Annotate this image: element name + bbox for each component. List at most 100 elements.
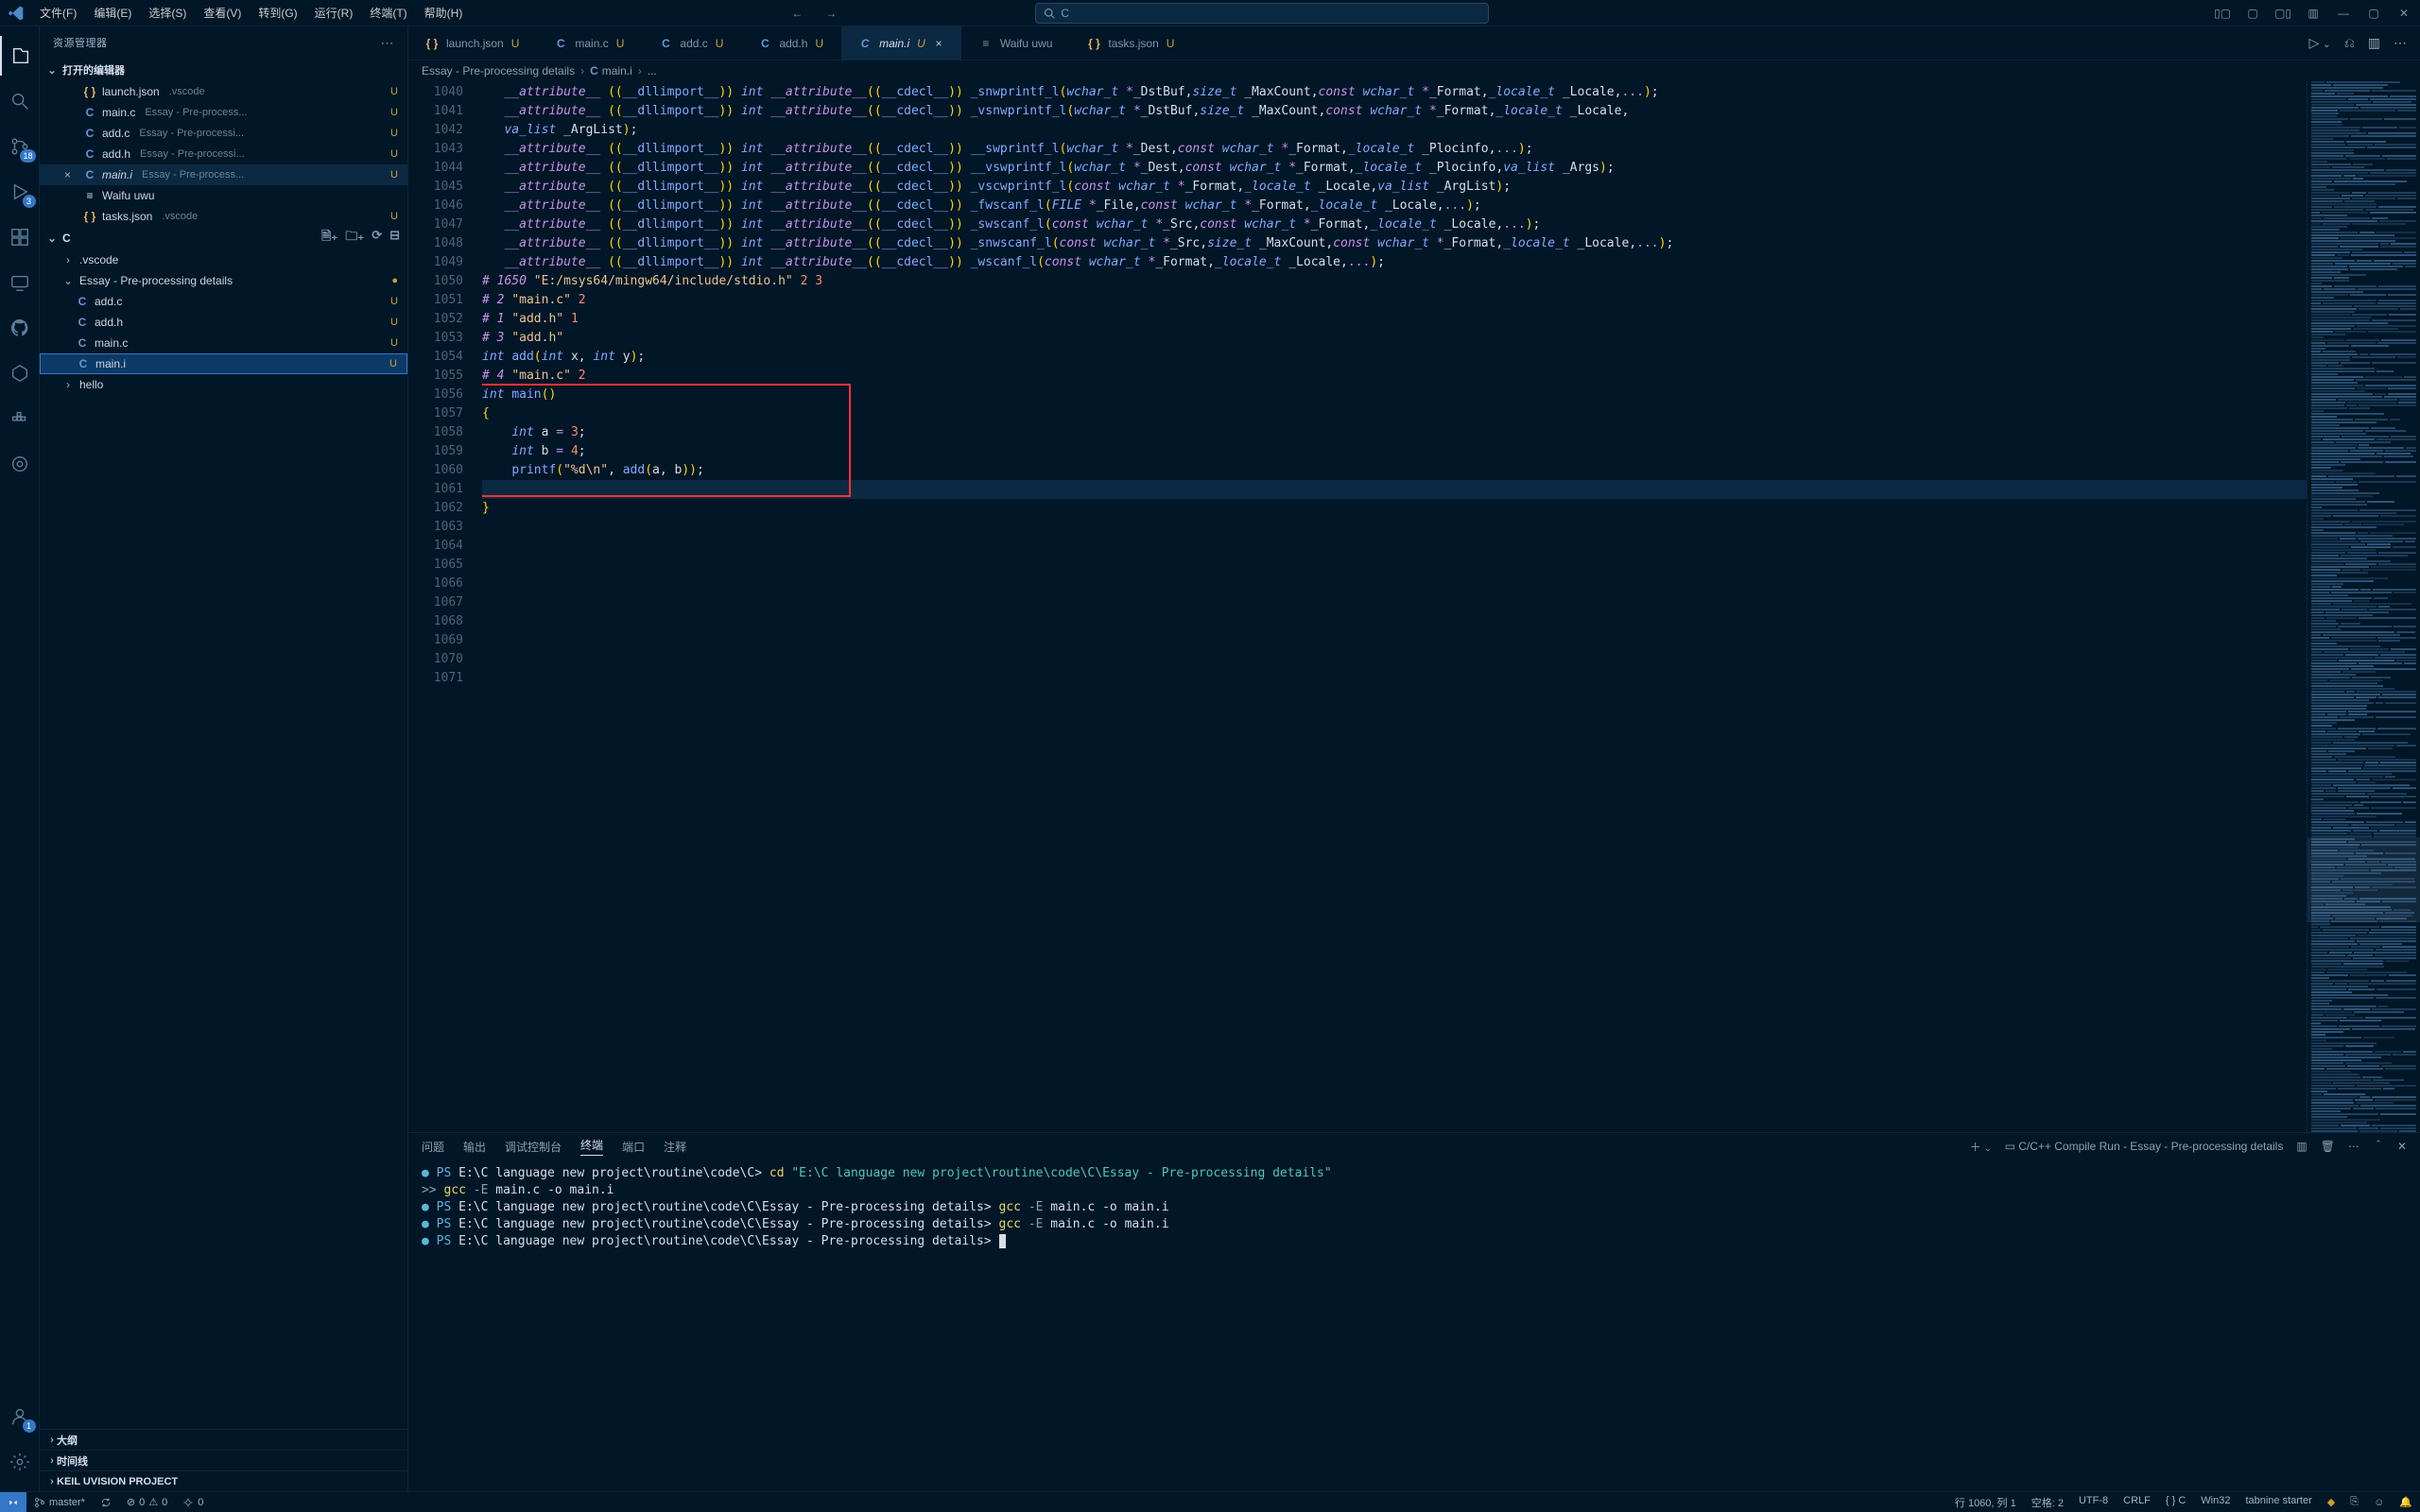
menu-item[interactable]: 运行(R) bbox=[307, 2, 361, 24]
activity-explorer-icon[interactable] bbox=[0, 36, 40, 76]
terminal-new-icon[interactable]: ＋ ⌄ bbox=[1970, 1139, 1992, 1155]
minimize-icon[interactable]: — bbox=[2333, 3, 2354, 24]
status-notifications-icon[interactable]: 🔔 bbox=[2392, 1492, 2420, 1512]
status-problems[interactable]: ⊘ 0 ⚠ 0 bbox=[119, 1492, 175, 1512]
menu-item[interactable]: 查看(V) bbox=[196, 2, 249, 24]
menu-item[interactable]: 文件(F) bbox=[32, 2, 84, 24]
activity-target-icon[interactable] bbox=[0, 444, 40, 484]
status-ports[interactable]: 0 bbox=[175, 1492, 211, 1512]
menu-item[interactable]: 转到(G) bbox=[251, 2, 304, 24]
nav-forward-icon[interactable]: → bbox=[825, 7, 837, 20]
command-center-search[interactable]: C bbox=[1035, 3, 1489, 24]
layout-sidebar-left-icon[interactable]: ▯▢ bbox=[2212, 3, 2233, 24]
activity-account-icon[interactable]: 1 bbox=[0, 1397, 40, 1436]
menu-item[interactable]: 帮助(H) bbox=[417, 2, 471, 24]
status-sync[interactable] bbox=[93, 1492, 119, 1512]
tree-item[interactable]: Cmain.cU bbox=[40, 333, 407, 353]
sidebar-section-header[interactable]: › KEIL UVISION PROJECT bbox=[40, 1470, 407, 1491]
sidebar-section-header[interactable]: › 大纲 bbox=[40, 1429, 407, 1450]
panel-tab[interactable]: 调试控制台 bbox=[505, 1139, 562, 1155]
minimap-viewport[interactable] bbox=[2308, 837, 2420, 922]
close-icon[interactable]: × bbox=[64, 168, 78, 181]
status-prettier-icon[interactable]: ⎘ bbox=[2342, 1492, 2366, 1512]
minimap[interactable] bbox=[2307, 81, 2420, 1132]
editor-tab[interactable]: { }tasks.jsonU bbox=[1070, 26, 1192, 60]
editor-tab[interactable]: ≡Waifu uwu bbox=[962, 26, 1071, 60]
breadcrumb-item[interactable]: Cmain.i bbox=[590, 64, 632, 77]
activity-run-debug-icon[interactable]: 3 bbox=[0, 172, 40, 212]
panel-maximize-icon[interactable]: ＾ bbox=[2373, 1139, 2384, 1155]
compare-changes-icon[interactable]: ⎌ bbox=[2344, 35, 2355, 51]
sidebar-section-header[interactable]: › 时间线 bbox=[40, 1450, 407, 1470]
open-editor-item[interactable]: C add.h Essay - Pre-processi... U bbox=[40, 144, 407, 164]
collapse-all-icon[interactable]: ⊟ bbox=[389, 228, 400, 249]
tree-item[interactable]: ⌄Essay - Pre-processing details● bbox=[40, 270, 407, 291]
activity-source-control-icon[interactable]: 18 bbox=[0, 127, 40, 166]
activity-docker-icon[interactable] bbox=[0, 399, 40, 438]
editor-tab[interactable]: { }launch.jsonU bbox=[408, 26, 537, 60]
editor-tab[interactable]: Cmain.cU bbox=[537, 26, 642, 60]
panel-overflow-icon[interactable]: ⋯ bbox=[2348, 1140, 2360, 1153]
status-item[interactable]: CRLF bbox=[2116, 1495, 2158, 1506]
editor-tab[interactable]: Cadd.hU bbox=[741, 26, 841, 60]
new-folder-icon[interactable]: 🗀₊ bbox=[345, 228, 364, 249]
status-item[interactable]: Win32 bbox=[2193, 1495, 2238, 1506]
activity-settings-icon[interactable] bbox=[0, 1442, 40, 1482]
breadcrumb-item[interactable]: Essay - Pre-processing details bbox=[422, 64, 575, 77]
editor-overflow-icon[interactable]: ⋯ bbox=[2394, 35, 2407, 51]
terminal[interactable]: ● PS E:\C language new project\routine\c… bbox=[408, 1160, 2420, 1491]
editor-content[interactable]: __attribute__ ((__dllimport__)) int __at… bbox=[482, 81, 2307, 1132]
layout-sidebar-right-icon[interactable]: ▢▯ bbox=[2273, 3, 2293, 24]
panel-close-icon[interactable]: ✕ bbox=[2397, 1140, 2407, 1153]
run-file-icon[interactable]: ▷ ⌄ bbox=[2309, 35, 2331, 51]
maximize-icon[interactable]: ▢ bbox=[2363, 3, 2384, 24]
panel-tab[interactable]: 端口 bbox=[622, 1139, 645, 1155]
editor-tab[interactable]: Cadd.cU bbox=[642, 26, 741, 60]
panel-tab[interactable]: 终端 bbox=[580, 1137, 603, 1156]
tree-item[interactable]: Cmain.iU bbox=[40, 353, 407, 374]
open-editor-item[interactable]: × C main.i Essay - Pre-process... U bbox=[40, 164, 407, 185]
tree-item[interactable]: Cadd.cU bbox=[40, 291, 407, 312]
terminal-kill-icon[interactable]: 🗑 bbox=[2321, 1140, 2335, 1153]
breadcrumb-item[interactable]: ... bbox=[648, 64, 657, 77]
refresh-icon[interactable]: ⟳ bbox=[372, 228, 382, 249]
open-editor-item[interactable]: ≡ Waifu uwu bbox=[40, 185, 407, 206]
status-item[interactable]: { } C bbox=[2158, 1495, 2193, 1506]
status-tabnine-icon[interactable]: ◆ bbox=[2320, 1492, 2342, 1512]
panel-tab[interactable]: 问题 bbox=[422, 1139, 444, 1155]
tree-item[interactable]: Cadd.hU bbox=[40, 312, 407, 333]
panel-tab[interactable]: 输出 bbox=[463, 1139, 486, 1155]
status-item[interactable]: UTF-8 bbox=[2071, 1495, 2116, 1506]
open-editor-item[interactable]: { } tasks.json .vscode U bbox=[40, 206, 407, 227]
sidebar-overflow-icon[interactable]: ⋯ bbox=[381, 35, 395, 51]
terminal-side-icon[interactable]: ▥ bbox=[2296, 1140, 2307, 1153]
menu-item[interactable]: 终端(T) bbox=[362, 2, 414, 24]
open-editors-header[interactable]: ⌄打开的编辑器 bbox=[40, 59, 407, 81]
editor-tab[interactable]: Cmain.iU× bbox=[841, 26, 962, 60]
open-editor-item[interactable]: { } launch.json .vscode U bbox=[40, 81, 407, 102]
layout-customize-icon[interactable]: ▥ bbox=[2303, 3, 2324, 24]
split-editor-icon[interactable]: ▥ bbox=[2368, 35, 2380, 51]
new-file-icon[interactable]: 🗎₊ bbox=[321, 228, 337, 249]
activity-search-icon[interactable] bbox=[0, 81, 40, 121]
activity-extensions-icon[interactable] bbox=[0, 217, 40, 257]
tree-item[interactable]: ›hello bbox=[40, 374, 407, 395]
folder-root-header[interactable]: ⌄C 🗎₊ 🗀₊ ⟳ ⊟ bbox=[40, 227, 407, 249]
close-window-icon[interactable]: ✕ bbox=[2394, 3, 2414, 24]
status-item[interactable]: 空格: 2 bbox=[2024, 1495, 2071, 1510]
tree-item[interactable]: ›.vscode bbox=[40, 249, 407, 270]
status-item[interactable]: tabnine starter bbox=[2238, 1495, 2319, 1506]
terminal-group-icon[interactable]: ▭ C/C++ Compile Run - Essay - Pre-proces… bbox=[2005, 1140, 2284, 1153]
layout-panel-icon[interactable]: ▢ bbox=[2242, 3, 2263, 24]
activity-hexagon-icon[interactable] bbox=[0, 353, 40, 393]
menu-item[interactable]: 编辑(E) bbox=[86, 2, 139, 24]
open-editor-item[interactable]: C add.c Essay - Pre-processi... U bbox=[40, 123, 407, 144]
panel-tab[interactable]: 注释 bbox=[664, 1139, 686, 1155]
nav-back-icon[interactable]: ← bbox=[791, 7, 803, 20]
activity-github-icon[interactable] bbox=[0, 308, 40, 348]
status-item[interactable]: 行 1060, 列 1 bbox=[1947, 1495, 2024, 1510]
remote-indicator[interactable] bbox=[0, 1492, 26, 1512]
menu-item[interactable]: 选择(S) bbox=[141, 2, 194, 24]
status-branch[interactable]: master* bbox=[26, 1492, 93, 1512]
close-icon[interactable]: × bbox=[933, 37, 944, 50]
